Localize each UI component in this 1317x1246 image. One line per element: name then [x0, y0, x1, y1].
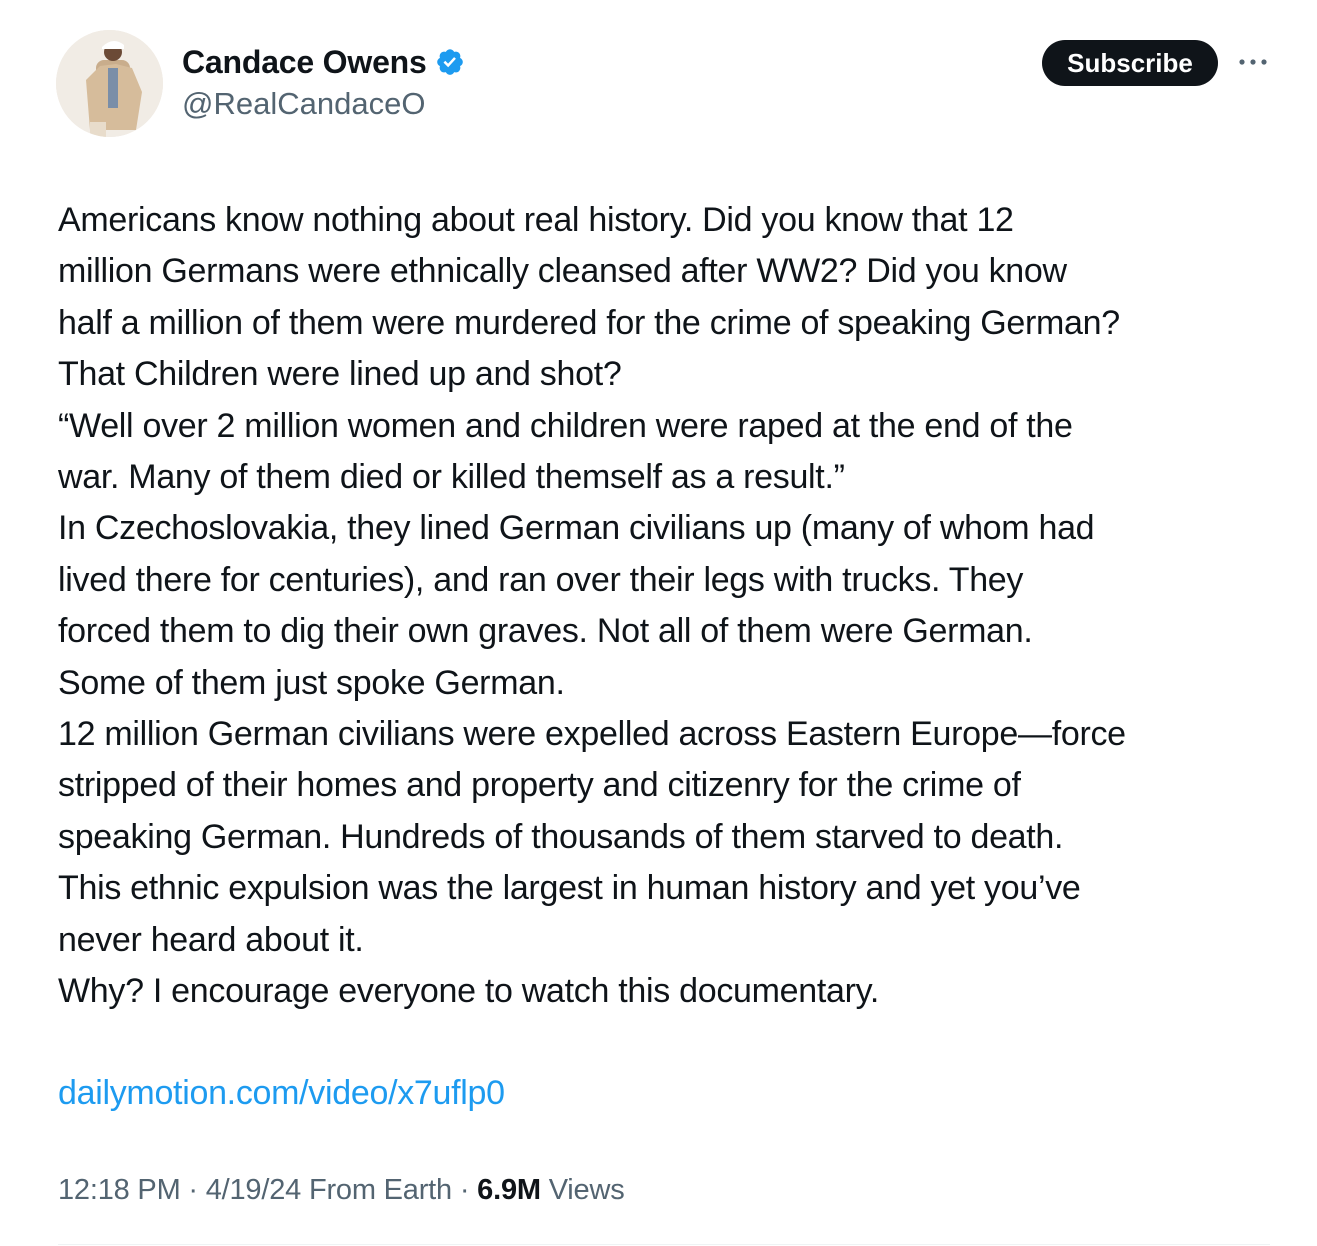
more-horizontal-icon[interactable] — [1238, 52, 1268, 72]
meta-separator: · — [188, 1174, 198, 1206]
tweet-line: never heard about it. — [58, 920, 364, 959]
divider — [58, 1244, 1270, 1245]
tweet-line: speaking German. Hundreds of thousands o… — [58, 817, 1064, 856]
tweet-line: 12 million German civilians were expelle… — [58, 715, 1126, 754]
tweet-line: Why? I encourage everyone to watch this … — [58, 972, 879, 1011]
views-label: Views — [548, 1174, 625, 1206]
tweet-line: forced them to dig their own graves. Not… — [58, 612, 1033, 651]
author-name-row[interactable]: Candace Owens — [182, 42, 465, 82]
author-handle[interactable]: @RealCandaceO — [182, 86, 425, 122]
subscribe-button[interactable]: Subscribe — [1042, 40, 1218, 86]
tweet-text: Americans know nothing about real histor… — [58, 195, 1298, 1018]
avatar-image — [56, 30, 163, 137]
tweet-line: stripped of their homes and property and… — [58, 766, 1021, 805]
avatar[interactable] — [56, 30, 163, 137]
tweet-time[interactable]: 12:18 PM — [58, 1174, 181, 1206]
tweet-line: war. Many of them died or killed themsel… — [58, 458, 845, 497]
verified-badge-icon — [436, 49, 463, 75]
tweet-link[interactable]: dailymotion.com/video/x7uflp0 — [58, 1068, 505, 1119]
tweet-meta: 12:18 PM · 4/19/24 From Earth · 6.9M Vie… — [58, 1174, 625, 1207]
views-count: 6.9M — [477, 1174, 541, 1206]
tweet-line: “Well over 2 million women and children … — [58, 406, 1073, 445]
author-name[interactable]: Candace Owens — [182, 44, 427, 81]
tweet-line: half a million of them were murdered for… — [58, 303, 1120, 342]
tweet-source: From Earth — [308, 1174, 452, 1206]
tweet-line: This ethnic expulsion was the largest in… — [58, 869, 1081, 908]
tweet-line: Americans know nothing about real histor… — [58, 201, 1014, 239]
tweet-line: In Czechoslovakia, they lined German civ… — [58, 509, 1095, 548]
tweet-line: million Germans were ethnically cleansed… — [58, 252, 1067, 291]
tweet-line: Some of them just spoke German. — [58, 663, 565, 702]
meta-separator: · — [459, 1174, 470, 1206]
tweet-line: That Children were lined up and shot? — [58, 355, 622, 394]
tweet-line: lived there for centuries), and ran over… — [58, 560, 1024, 599]
tweet-date[interactable]: 4/19/24 — [206, 1174, 302, 1206]
